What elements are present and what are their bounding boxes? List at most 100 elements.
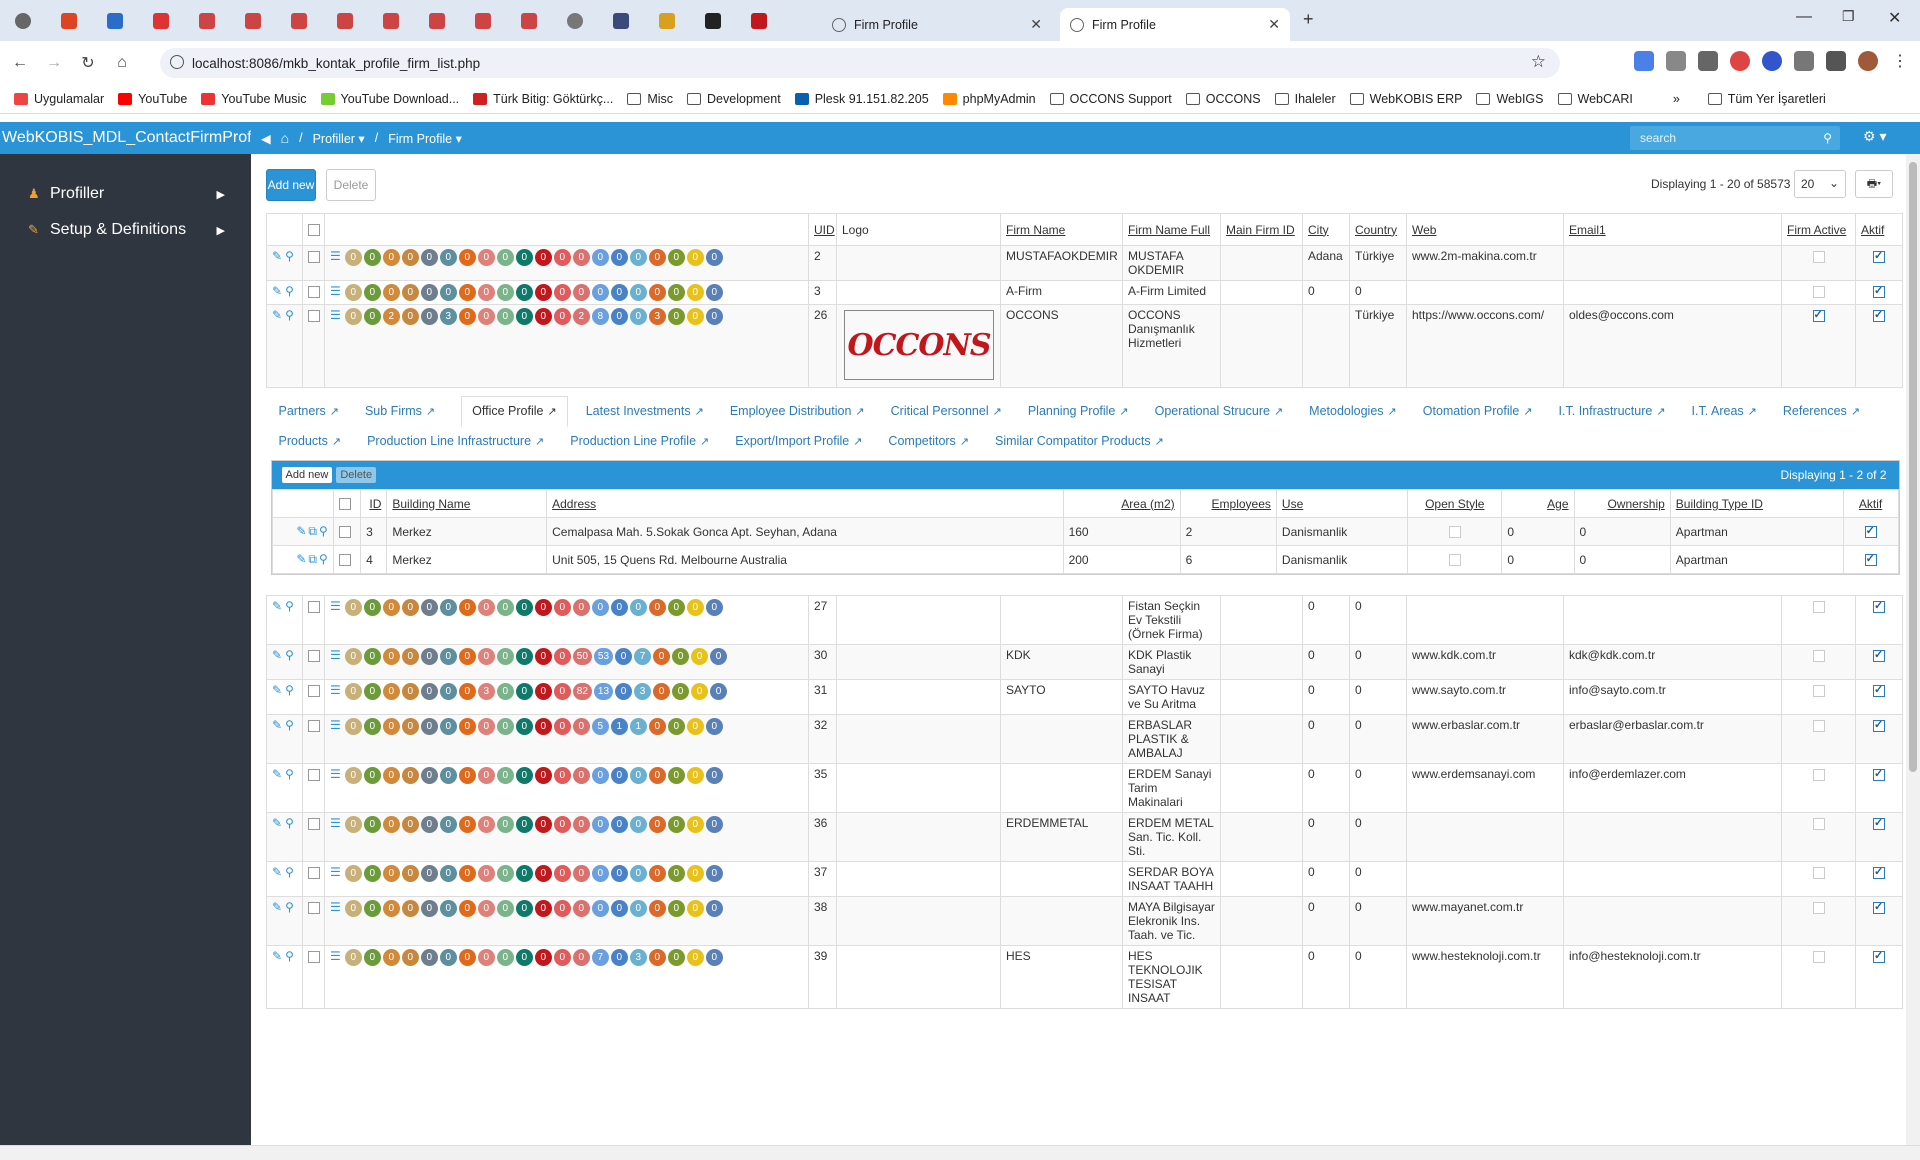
count-badge[interactable]: 0	[686, 767, 704, 784]
count-badge[interactable]: 0	[648, 767, 666, 784]
count-badge[interactable]: 0	[705, 308, 723, 325]
row-checkbox[interactable]	[308, 649, 320, 662]
count-badge[interactable]: 0	[553, 865, 571, 882]
count-badge[interactable]: 0	[591, 865, 609, 882]
chrome-icon[interactable]	[1730, 51, 1750, 71]
bookmarks-more-button[interactable]: »	[1673, 92, 1680, 106]
edit-icon[interactable]: ✎	[272, 718, 282, 732]
count-badge[interactable]: 0	[648, 599, 666, 616]
detail-tab[interactable]: Otomation Profile ↗	[1423, 397, 1533, 426]
url-field[interactable]: localhost:8086/mkb_kontak_profile_firm_l…	[160, 48, 1560, 78]
count-badge[interactable]: 0	[496, 308, 514, 325]
count-badge[interactable]: 0	[534, 816, 552, 833]
count-badge[interactable]: 3	[629, 949, 647, 966]
count-badge[interactable]: 0	[591, 599, 609, 616]
bookmark-item[interactable]: OCCONS	[1185, 92, 1261, 106]
count-badge[interactable]: 0	[439, 900, 457, 917]
view-icon[interactable]: ⚲	[285, 308, 294, 322]
pinned-tab[interactable]	[46, 0, 92, 41]
count-badge[interactable]: 0	[344, 308, 362, 325]
count-badge[interactable]: 0	[363, 648, 381, 665]
home-icon[interactable]: ⌂	[281, 130, 289, 146]
detail-tab[interactable]: Production Line Profile ↗	[570, 427, 709, 456]
translate-icon[interactable]	[1634, 51, 1654, 71]
count-badge[interactable]: 0	[496, 683, 514, 700]
list-icon[interactable]: ☰	[330, 249, 341, 266]
count-badge[interactable]: 8	[591, 308, 609, 325]
edit-icon[interactable]: ✎	[272, 284, 282, 298]
count-badge[interactable]: 13	[593, 683, 614, 700]
add-new-button[interactable]: Add new	[266, 169, 316, 201]
edit-icon[interactable]: ✎	[272, 249, 282, 263]
count-badge[interactable]: 0	[420, 308, 438, 325]
count-badge[interactable]: 7	[634, 648, 652, 665]
count-badge[interactable]: 0	[363, 683, 381, 700]
view-icon[interactable]: ⚲	[285, 900, 294, 914]
count-badge[interactable]: 0	[515, 816, 533, 833]
page-size-select[interactable]: 20 ⌄	[1794, 170, 1846, 198]
close-icon[interactable]: ✕	[1030, 16, 1042, 33]
count-badge[interactable]: 0	[648, 900, 666, 917]
count-badge[interactable]: 0	[534, 718, 552, 735]
count-badge[interactable]: 0	[553, 767, 571, 784]
count-badge[interactable]: 0	[667, 865, 685, 882]
count-badge[interactable]: 0	[363, 865, 381, 882]
puzzle-icon[interactable]	[1794, 51, 1814, 71]
view-icon[interactable]: ⚲	[285, 648, 294, 662]
pinned-tab[interactable]	[552, 0, 598, 41]
count-badge[interactable]: 0	[420, 767, 438, 784]
count-badge[interactable]: 0	[458, 308, 476, 325]
view-icon[interactable]: ⚲	[285, 949, 294, 963]
count-badge[interactable]: 0	[553, 816, 571, 833]
restore-button[interactable]: ❐	[1842, 8, 1855, 25]
count-badge[interactable]: 0	[667, 900, 685, 917]
count-badge[interactable]: 0	[686, 718, 704, 735]
count-badge[interactable]: 0	[496, 599, 514, 616]
count-badge[interactable]: 0	[363, 718, 381, 735]
pinned-tab[interactable]	[460, 0, 506, 41]
row-checkbox[interactable]	[308, 719, 320, 732]
count-badge[interactable]: 0	[553, 718, 571, 735]
view-icon[interactable]: ⚲	[285, 865, 294, 879]
count-badge[interactable]: 0	[705, 767, 723, 784]
pinned-tab[interactable]	[0, 0, 46, 41]
count-badge[interactable]: 0	[420, 599, 438, 616]
count-badge[interactable]: 0	[667, 284, 685, 301]
count-badge[interactable]: 0	[648, 718, 666, 735]
count-badge[interactable]: 0	[344, 865, 362, 882]
count-badge[interactable]: 0	[439, 816, 457, 833]
count-badge[interactable]: 0	[420, 249, 438, 266]
edit-icon[interactable]: ✎	[272, 816, 282, 830]
count-badge[interactable]: 0	[420, 865, 438, 882]
bookmark-item[interactable]: YouTube Download...	[320, 92, 459, 106]
horizontal-scrollbar[interactable]	[0, 1145, 1920, 1160]
count-badge[interactable]: 0	[344, 900, 362, 917]
count-badge[interactable]: 0	[572, 249, 590, 266]
bookmark-item[interactable]: YouTube	[118, 92, 187, 106]
view-icon[interactable]: ⚲	[285, 816, 294, 830]
count-badge[interactable]: 0	[553, 249, 571, 266]
count-badge[interactable]: 0	[382, 648, 400, 665]
detail-tab[interactable]: Metodologies ↗	[1309, 397, 1397, 426]
count-badge[interactable]: 0	[401, 599, 419, 616]
bookmark-item[interactable]: Uygulamalar	[14, 92, 104, 106]
scrollbar-thumb[interactable]	[1909, 162, 1917, 772]
view-icon[interactable]: ⚲	[285, 767, 294, 781]
col-firm-name-full[interactable]: Firm Name Full	[1122, 213, 1221, 246]
count-badge[interactable]: 0	[705, 249, 723, 266]
pinned-tab[interactable]	[322, 0, 368, 41]
bookmark-item[interactable]: Türk Bitig: Göktürkç...	[473, 92, 613, 106]
count-badge[interactable]: 0	[705, 718, 723, 735]
detail-tab[interactable]: Planning Profile ↗	[1028, 397, 1129, 426]
bookmark-item[interactable]: Ihaleler	[1274, 92, 1336, 106]
count-badge[interactable]: 0	[686, 599, 704, 616]
count-badge[interactable]: 0	[686, 949, 704, 966]
count-badge[interactable]: 0	[420, 284, 438, 301]
count-badge[interactable]: 0	[515, 308, 533, 325]
count-badge[interactable]: 0	[439, 718, 457, 735]
avatar[interactable]	[1858, 51, 1878, 71]
list-icon[interactable]: ☰	[330, 718, 341, 735]
edit-icon[interactable]: ✎	[272, 900, 282, 914]
col-aktif[interactable]: Aktif	[1855, 213, 1903, 246]
home-icon[interactable]: ⌂	[108, 54, 136, 72]
